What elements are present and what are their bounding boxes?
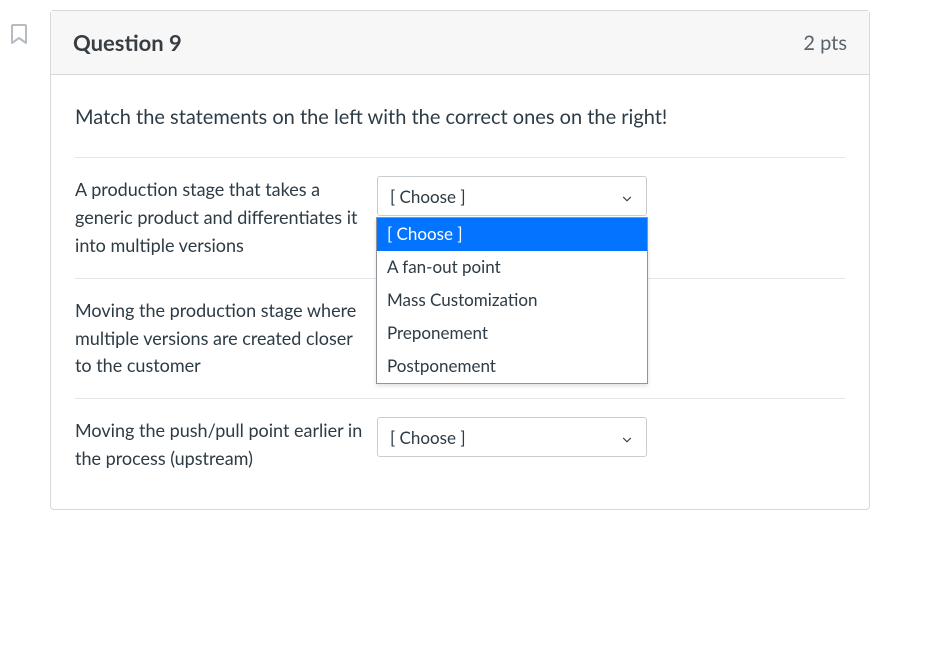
match-select[interactable]: [ Choose ] [377,176,647,216]
match-select-wrap: [ Choose ] [ Choose ] A fan-out point Ma… [377,176,647,216]
match-select-wrap: [ Choose ] [377,417,647,457]
select-value: [ Choose ] [390,427,466,448]
question-header: Question 9 2 pts [51,11,869,75]
match-row: A production stage that takes a generic … [75,158,845,279]
chevron-down-icon [620,189,634,203]
match-prompt: Moving the production stage where multip… [75,297,377,381]
match-select[interactable]: [ Choose ] [377,417,647,457]
dropdown-option[interactable]: [ Choose ] [377,218,647,251]
question-points: 2 pts [803,31,847,55]
match-dropdown: [ Choose ] A fan-out point Mass Customiz… [376,217,648,384]
match-row: Moving the push/pull point earlier in th… [75,399,845,501]
dropdown-option[interactable]: Mass Customization [377,284,647,317]
dropdown-option[interactable]: Preponement [377,317,647,350]
match-prompt: A production stage that takes a generic … [75,176,377,260]
question-title: Question 9 [73,29,182,56]
dropdown-option[interactable]: Postponement [377,350,647,383]
question-card: Question 9 2 pts Match the statements on… [50,10,870,510]
matching-list: A production stage that takes a generic … [75,157,845,501]
match-prompt: Moving the push/pull point earlier in th… [75,417,377,473]
dropdown-option[interactable]: A fan-out point [377,251,647,284]
bookmark-flag-icon[interactable] [8,22,32,46]
select-value: [ Choose ] [390,186,466,207]
question-body: Match the statements on the left with th… [51,75,869,509]
chevron-down-icon [620,430,634,444]
question-instruction: Match the statements on the left with th… [75,103,845,131]
